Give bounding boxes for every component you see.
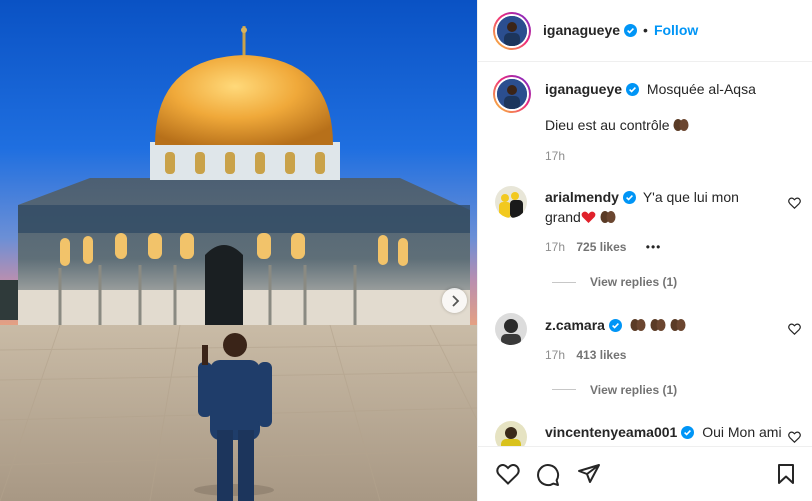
author-avatar[interactable]: [493, 12, 531, 50]
verified-badge-icon: [608, 318, 622, 336]
red-heart-emoji-icon: [581, 210, 596, 228]
comment-more-options-icon[interactable]: •••: [646, 240, 662, 254]
comment-text-line1: Y'a que lui mon: [642, 189, 739, 205]
post-action-bar: [478, 446, 812, 501]
caption-location-text: Mosquée al-Aqsa: [646, 81, 756, 97]
bookmark-icon: [778, 464, 794, 484]
comment-text-line2: grand: [545, 209, 581, 225]
comment-likes-count[interactable]: 413 likes: [576, 348, 626, 362]
view-replies-link[interactable]: View replies (1): [590, 275, 677, 289]
dome-of-the-rock-photo: [0, 0, 477, 501]
post-photo[interactable]: [0, 0, 477, 501]
commenter-avatar[interactable]: [495, 421, 527, 446]
commenter-username[interactable]: arialmendy: [545, 189, 619, 205]
view-replies-link[interactable]: View replies (1): [590, 383, 677, 397]
comment-like-heart-icon[interactable]: [788, 322, 801, 340]
praying-hands-emoji-icon: [630, 318, 646, 336]
save-button[interactable]: [776, 463, 796, 490]
avatar-image: [497, 79, 527, 109]
comment-timestamp: 17h: [545, 348, 566, 362]
author-username[interactable]: iganagueye: [543, 22, 620, 38]
post-side-panel: iganagueye • Follow iganagueye Mosquée al-…: [477, 0, 812, 501]
view-replies-divider: [552, 389, 576, 390]
heart-icon: [496, 464, 520, 485]
comment-icon: [537, 464, 560, 487]
verified-badge-icon: [626, 82, 640, 100]
commenter-avatar[interactable]: [495, 313, 527, 345]
like-button[interactable]: [496, 463, 520, 490]
post-header: iganagueye • Follow: [478, 0, 812, 62]
avatar-image: [495, 186, 527, 218]
separator-dot: •: [643, 22, 648, 38]
verified-badge-icon: [622, 190, 636, 208]
comment-like-heart-icon[interactable]: [788, 196, 801, 214]
comment-button[interactable]: [536, 463, 560, 492]
next-photo-button[interactable]: [442, 288, 467, 313]
praying-hands-emoji-icon: [670, 318, 686, 336]
comment-likes-count[interactable]: 725 likes: [576, 240, 626, 254]
verified-badge-icon: [681, 425, 695, 443]
caption-timestamp: 17h: [545, 149, 566, 163]
commenter-avatar[interactable]: [495, 186, 527, 218]
praying-hands-emoji-icon: [673, 118, 689, 136]
comment-emoji-text: [630, 317, 686, 333]
avatar-image: [495, 313, 527, 345]
caption-username[interactable]: iganagueye: [545, 81, 622, 97]
commenter-username[interactable]: vincentenyeama001: [545, 424, 677, 440]
verified-badge-icon: [624, 24, 638, 42]
follow-button[interactable]: Follow: [654, 22, 698, 38]
comment-like-heart-icon[interactable]: [788, 430, 801, 446]
share-icon: [578, 464, 600, 483]
avatar-image: [495, 421, 527, 446]
comment-text: Oui Mon ami: [702, 424, 782, 440]
share-button[interactable]: [577, 463, 601, 490]
caption-text: Dieu est au contrôle: [545, 117, 670, 133]
avatar-image: [497, 16, 527, 46]
praying-hands-emoji-icon: [650, 318, 666, 336]
commenter-username[interactable]: z.camara: [545, 317, 605, 333]
chevron-right-icon: [451, 294, 459, 307]
caption-author-avatar[interactable]: [493, 75, 531, 113]
view-replies-divider: [552, 282, 576, 283]
praying-hands-emoji-icon: [600, 210, 616, 228]
comment-item: vincentenyeama001 Oui Mon ami: [478, 421, 812, 446]
comment-timestamp: 17h: [545, 240, 566, 254]
